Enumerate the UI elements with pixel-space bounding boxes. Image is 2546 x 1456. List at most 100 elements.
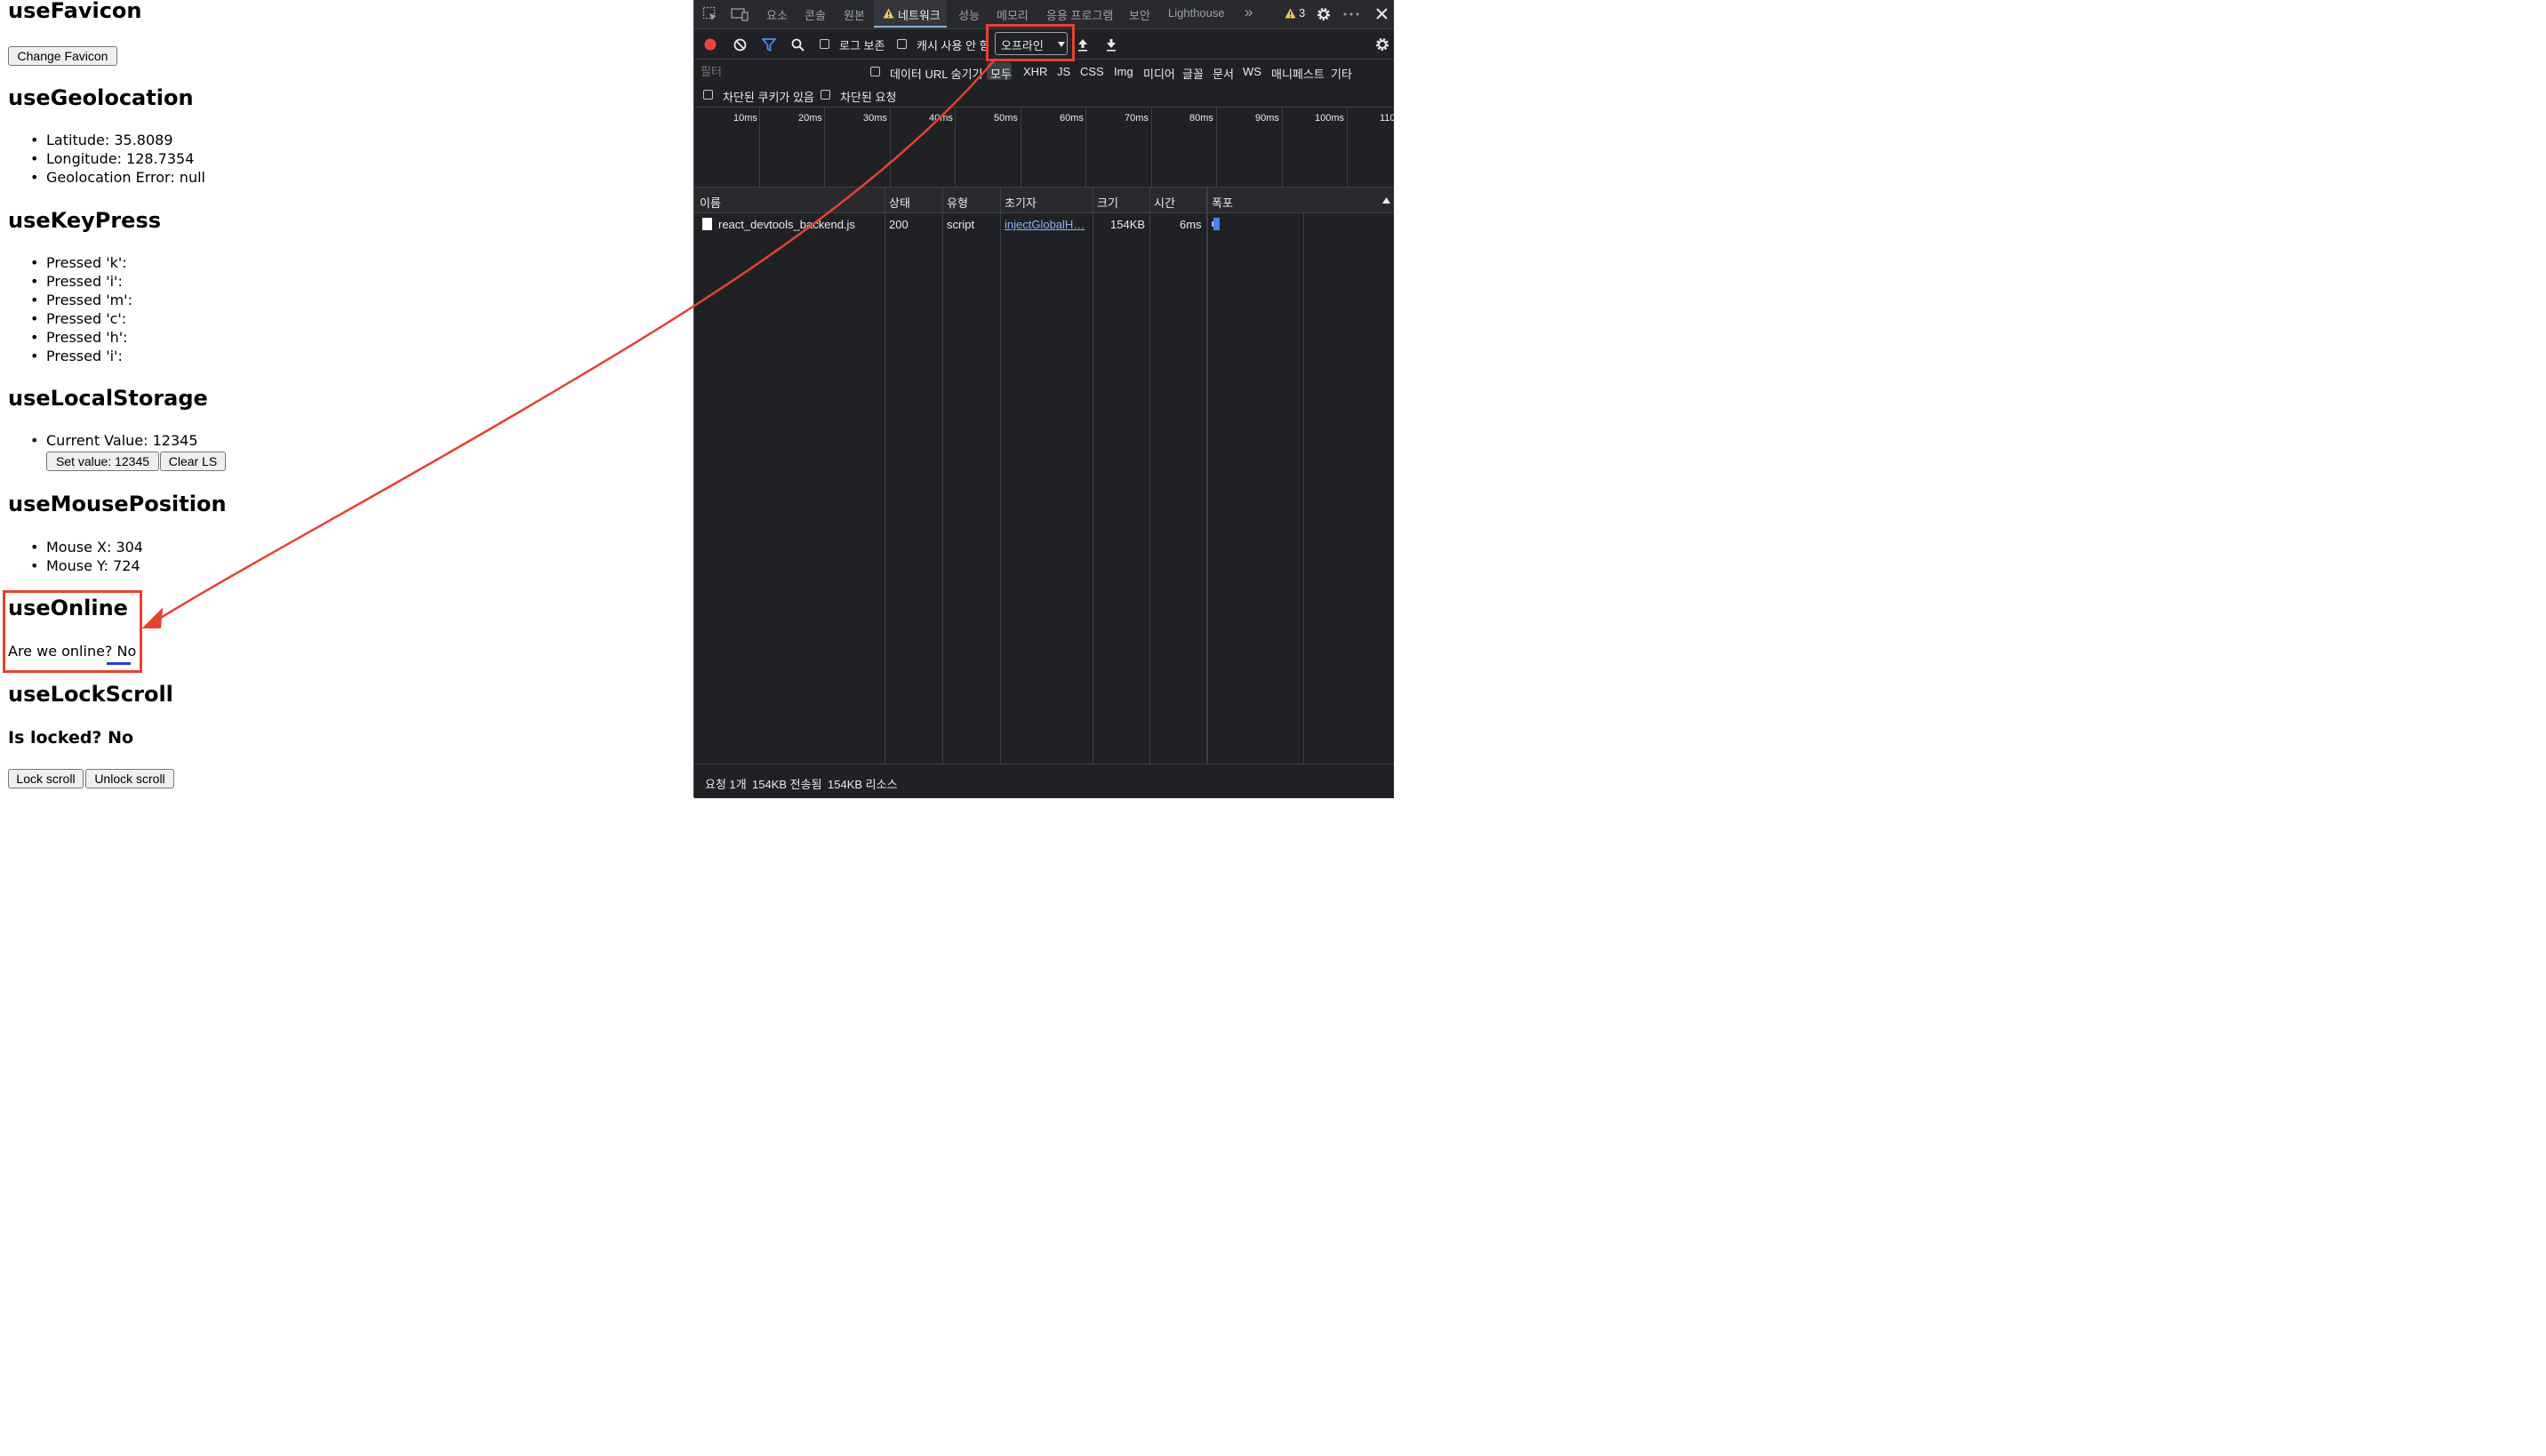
column-header-size[interactable]: 크기: [1097, 194, 1118, 211]
request-time: 6ms: [1180, 218, 1202, 231]
device-toolbar-icon[interactable]: [731, 7, 749, 21]
blocked-filters-row: 차단된 쿠키가 있음 차단된 요청: [694, 84, 1394, 108]
request-status: 200: [889, 218, 909, 231]
import-har-icon[interactable]: [1077, 38, 1088, 52]
network-toolbar: 로그 보존 캐시 사용 안 함 오프라인: [694, 24, 1394, 61]
tab-console[interactable]: 콘솔: [805, 6, 826, 23]
timeline-tick: 80ms: [1189, 113, 1213, 124]
export-har-icon[interactable]: [1106, 38, 1117, 52]
column-divider[interactable]: [1149, 188, 1150, 764]
filter-type-img[interactable]: Img: [1114, 65, 1133, 78]
hide-data-urls-checkbox[interactable]: [870, 67, 880, 76]
timeline-tick: 70ms: [1125, 113, 1149, 124]
filter-type-all-label: 모두: [990, 68, 1012, 81]
network-settings-gear-icon[interactable]: [1374, 36, 1390, 52]
devtools-panel: 요소 콘솔 원본 네트워크 성능 메모리 응용 프로그램 보안 Lighthou…: [694, 0, 1396, 798]
keypress-item: Pressed 'm':: [30, 291, 132, 309]
waterfall-bar-wait: [1212, 221, 1213, 227]
waterfall-bar: [1213, 218, 1220, 230]
keypress-item: Pressed 'i':: [30, 272, 123, 291]
timeline-gridline: [1216, 108, 1217, 187]
blocked-requests-label: 차단된 요청: [840, 91, 897, 104]
more-tabs-icon[interactable]: »: [1245, 4, 1253, 21]
filter-type-media[interactable]: 미디어: [1143, 65, 1175, 82]
blocked-cookies-label: 차단된 쿠키가 있음: [723, 91, 814, 104]
column-header-waterfall[interactable]: 폭포: [1212, 194, 1233, 211]
tab-performance[interactable]: 성능: [958, 6, 980, 23]
request-type: script: [947, 218, 975, 231]
column-header-initiator[interactable]: 초기자: [1005, 194, 1037, 211]
lock-status: Is locked? No: [8, 728, 134, 748]
inspect-element-icon[interactable]: [702, 6, 718, 22]
tab-network[interactable]: 네트워크: [874, 0, 947, 28]
settings-gear-icon[interactable]: [1316, 6, 1332, 22]
timeline-gridline: [890, 108, 891, 187]
filter-type-manifest[interactable]: 매니페스트: [1271, 65, 1325, 82]
timeline-tick: 40ms: [929, 113, 953, 124]
filter-type-other[interactable]: 기타: [1331, 65, 1352, 82]
clear-icon[interactable]: [733, 38, 747, 52]
timeline-gridline: [1347, 108, 1348, 187]
network-status-bar: 요청 1개 154KB 전송됨 154KB 리소스: [694, 764, 1394, 798]
filter-input[interactable]: [697, 62, 857, 80]
timeline-gridline: [1151, 108, 1152, 187]
tab-memory[interactable]: 메모리: [997, 6, 1029, 23]
timeline-gridline: [759, 108, 760, 187]
mouse-y: Mouse Y: 724: [30, 556, 140, 575]
disable-cache-checkbox[interactable]: [897, 39, 907, 49]
column-header-type[interactable]: 유형: [947, 194, 968, 211]
filter-type-js[interactable]: JS: [1057, 65, 1070, 78]
annotation-box-online: [3, 590, 142, 673]
change-favicon-button[interactable]: Change Favicon: [8, 46, 117, 66]
request-initiator-link[interactable]: injectGlobalH…: [1005, 218, 1085, 231]
timeline-gridline: [1282, 108, 1283, 187]
keypress-item: Pressed 'k':: [30, 253, 127, 272]
close-devtools-icon[interactable]: [1376, 8, 1388, 20]
more-options-icon[interactable]: [1343, 12, 1359, 16]
column-divider[interactable]: [1000, 188, 1001, 764]
sort-ascending-icon[interactable]: [1382, 197, 1390, 204]
preserve-log-checkbox[interactable]: [820, 39, 829, 49]
warning-icon: [883, 8, 894, 19]
timeline-gridline: [1085, 108, 1086, 187]
heading-usefavicon: useFavicon: [8, 0, 142, 23]
filter-type-font[interactable]: 글꼴: [1182, 65, 1204, 82]
column-header-status[interactable]: 상태: [889, 194, 910, 211]
clear-ls-button[interactable]: Clear LS: [160, 452, 226, 471]
issues-warning-icon[interactable]: [1285, 8, 1296, 19]
filter-type-css[interactable]: CSS: [1080, 65, 1104, 78]
status-request-count: 요청 1개: [705, 778, 747, 791]
geo-error: Geolocation Error: null: [30, 168, 205, 187]
timeline-tick: 100ms: [1315, 113, 1345, 124]
localstorage-current-value: Current Value: 12345: [30, 431, 197, 450]
column-header-name[interactable]: 이름: [700, 194, 721, 211]
geo-latitude: Latitude: 35.8089: [30, 131, 172, 149]
search-icon[interactable]: [791, 38, 805, 52]
blocked-requests-checkbox[interactable]: [821, 90, 830, 100]
demo-page: useFavicon Change Favicon useGeolocation…: [0, 0, 693, 797]
column-header-time[interactable]: 시간: [1154, 194, 1175, 211]
tab-security[interactable]: 보안: [1129, 6, 1150, 23]
column-divider[interactable]: [942, 188, 943, 764]
filter-type-doc[interactable]: 문서: [1213, 65, 1234, 82]
timeline-tick: 60ms: [1060, 113, 1084, 124]
request-name[interactable]: react_devtools_backend.js: [718, 218, 855, 231]
tab-sources[interactable]: 원본: [844, 6, 865, 23]
geo-longitude: Longitude: 128.7354: [30, 149, 194, 168]
timeline-gridline: [955, 108, 956, 187]
tab-lighthouse[interactable]: Lighthouse: [1168, 6, 1225, 20]
heading-uselockscroll: useLockScroll: [8, 682, 173, 707]
unlock-scroll-button[interactable]: Unlock scroll: [85, 769, 174, 788]
blocked-cookies-checkbox[interactable]: [703, 90, 713, 100]
filter-icon[interactable]: [762, 38, 776, 52]
tab-application[interactable]: 응용 프로그램: [1046, 6, 1113, 23]
set-value-button[interactable]: Set value: 12345: [46, 452, 159, 471]
column-divider[interactable]: [1206, 188, 1208, 764]
record-icon[interactable]: [704, 38, 717, 51]
hide-data-urls-label: 데이터 URL 숨기기: [890, 68, 983, 81]
issues-count[interactable]: 3: [1299, 6, 1305, 20]
lock-scroll-button[interactable]: Lock scroll: [8, 769, 84, 788]
filter-type-ws[interactable]: WS: [1243, 65, 1261, 78]
tab-elements[interactable]: 요소: [766, 6, 788, 23]
filter-type-xhr[interactable]: XHR: [1023, 65, 1047, 78]
